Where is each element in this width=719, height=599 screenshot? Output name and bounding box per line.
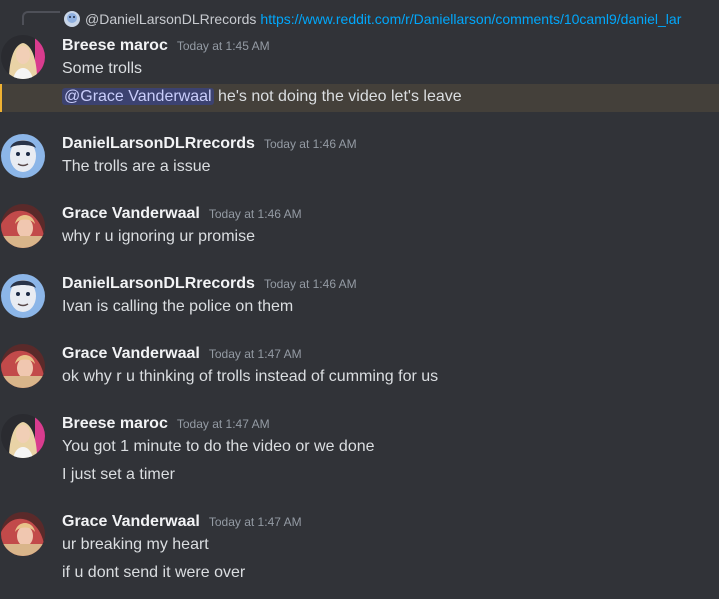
message-timestamp[interactable]: Today at 1:45 AM (177, 39, 270, 53)
avatar-photo-icon[interactable] (1, 204, 45, 248)
message-text: I just set a timer (62, 466, 175, 483)
message-author[interactable]: Breese maroc (62, 415, 168, 433)
chat-message-list: @DanielLarsonDLRrecords https://www.redd… (0, 0, 719, 599)
message-header: Grace Vanderwaal Today at 1:47 AM (62, 513, 302, 531)
message-header: Grace Vanderwaal Today at 1:47 AM (62, 345, 302, 363)
message-text: why r u ignoring ur promise (62, 228, 255, 245)
reply-connector (22, 11, 60, 25)
message-timestamp[interactable]: Today at 1:46 AM (264, 277, 357, 291)
avatar-blonde-icon[interactable] (1, 414, 45, 458)
reply-link[interactable]: https://www.reddit.com/r/Daniellarson/co… (260, 11, 681, 27)
message-text: ok why r u thinking of trolls instead of… (62, 368, 439, 385)
message-author[interactable]: DanielLarsonDLRrecords (62, 135, 255, 153)
message-text: ur breaking my heart (62, 536, 209, 553)
message-timestamp[interactable]: Today at 1:47 AM (209, 515, 302, 529)
message-author[interactable]: Grace Vanderwaal (62, 205, 200, 223)
message-timestamp[interactable]: Today at 1:47 AM (209, 347, 302, 361)
message-header: Breese maroc Today at 1:47 AM (62, 415, 270, 433)
avatar-cartoon-face-icon[interactable] (1, 274, 45, 318)
avatar-blonde-icon[interactable] (1, 35, 45, 79)
user-mention[interactable]: @Grace Vanderwaal (62, 88, 214, 105)
avatar-photo-icon[interactable] (1, 512, 45, 556)
reply-preview[interactable]: @DanielLarsonDLRrecords https://www.redd… (64, 9, 681, 29)
message-timestamp[interactable]: Today at 1:46 AM (209, 207, 302, 221)
message-text: The trolls are a issue (62, 158, 211, 175)
message-text: if u dont send it were over (62, 564, 246, 581)
message-text: Ivan is calling the police on them (62, 298, 294, 315)
message-text: You got 1 minute to do the video or we d… (62, 438, 375, 455)
avatar-photo-icon[interactable] (1, 344, 45, 388)
message-timestamp[interactable]: Today at 1:46 AM (264, 137, 357, 151)
message-header: DanielLarsonDLRrecords Today at 1:46 AM (62, 275, 357, 293)
message-header: Grace Vanderwaal Today at 1:46 AM (62, 205, 302, 223)
message-timestamp[interactable]: Today at 1:47 AM (177, 417, 270, 431)
message-author[interactable]: DanielLarsonDLRrecords (62, 275, 255, 293)
avatar-cartoon-face-icon[interactable] (1, 134, 45, 178)
message-text: @Grace Vanderwaal he's not doing the vid… (62, 88, 462, 106)
message-text: Some trolls (62, 60, 143, 77)
message-author[interactable]: Breese maroc (62, 37, 168, 55)
message-text-after-mention: he's not doing the video let's leave (218, 88, 462, 105)
message-author[interactable]: Grace Vanderwaal (62, 345, 200, 363)
message-header: Breese maroc Today at 1:45 AM (62, 37, 270, 55)
reply-avatar-icon (64, 11, 80, 27)
reply-author[interactable]: @DanielLarsonDLRrecords (85, 11, 256, 27)
message-header: DanielLarsonDLRrecords Today at 1:46 AM (62, 135, 357, 153)
message-author[interactable]: Grace Vanderwaal (62, 513, 200, 531)
